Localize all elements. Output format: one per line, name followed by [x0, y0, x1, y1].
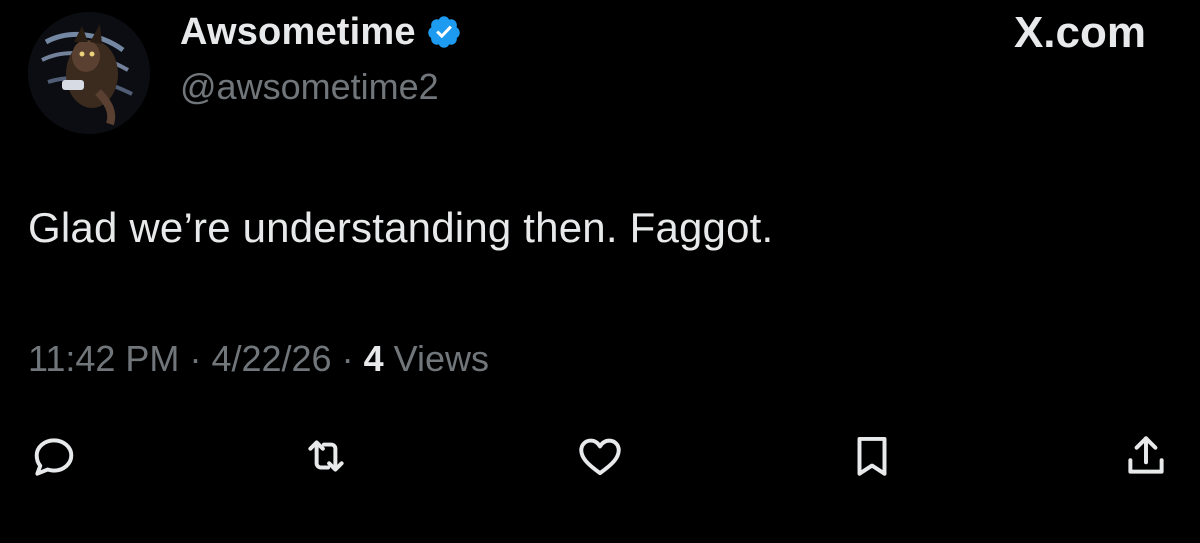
brand-label: X.com [1013, 8, 1146, 57]
meta-separator: · [341, 338, 354, 379]
meta-separator: · [189, 338, 202, 379]
bookmark-icon [857, 436, 887, 476]
verified-badge-icon [427, 16, 460, 48]
share-button[interactable] [1120, 430, 1172, 482]
tweet-time[interactable]: 11:42 PM [28, 338, 179, 379]
bookmark-button[interactable] [846, 430, 898, 482]
reply-button[interactable] [28, 430, 80, 482]
views-count: 4 [363, 338, 384, 379]
heart-icon [579, 438, 621, 476]
repost-button[interactable] [300, 430, 352, 482]
avatar[interactable] [28, 12, 150, 134]
like-button[interactable] [574, 430, 626, 482]
share-icon [1128, 436, 1164, 474]
avatar-illustration-icon [28, 12, 150, 134]
author-name-row[interactable]: Awsometime [180, 8, 462, 56]
author-display-name[interactable]: Awsometime [180, 11, 416, 54]
tweet-text: Glad we’re understanding then. Faggot. [28, 204, 774, 251]
reply-icon [34, 438, 74, 476]
repost-icon [308, 440, 344, 472]
views-label: Views [393, 338, 490, 379]
tweet-date[interactable]: 4/22/26 [211, 338, 331, 379]
author-handle[interactable]: @awsometime2 [180, 66, 439, 108]
tweet-meta: 11:42 PM · 4/22/26 · 4 Views [28, 338, 489, 380]
